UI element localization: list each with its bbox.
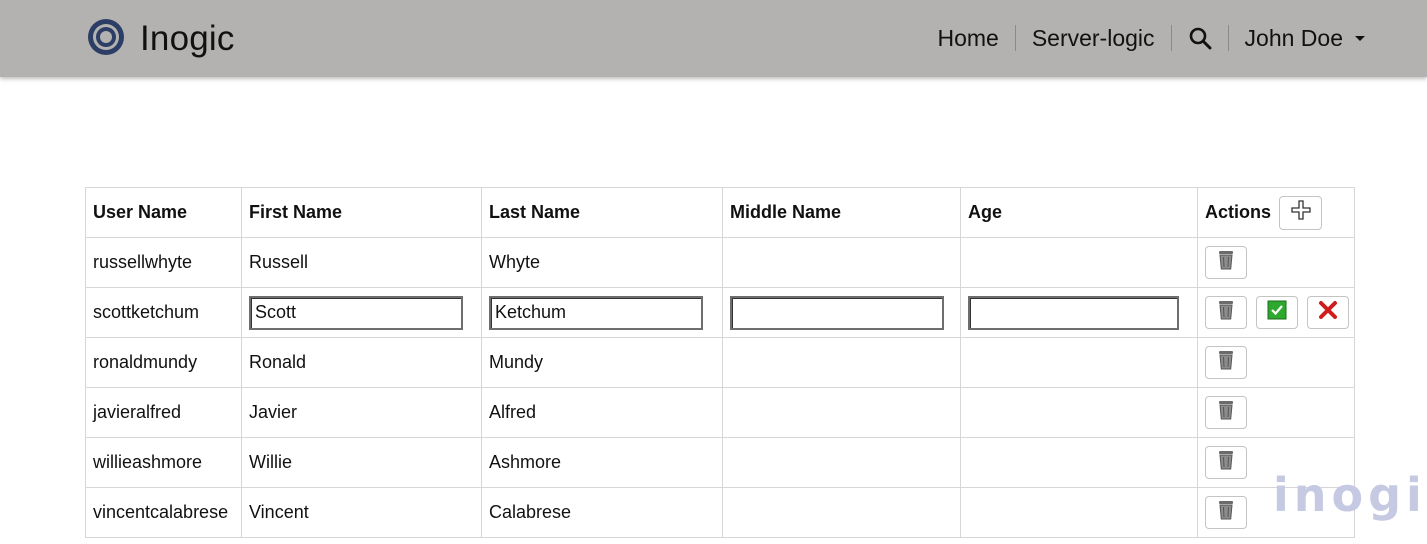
cell-age: [960, 237, 1198, 288]
trash-icon: [1217, 400, 1235, 425]
table-row: vincentcalabrese Vincent Calabrese: [85, 487, 1355, 538]
trash-icon: [1217, 350, 1235, 375]
table-row: ronaldmundy Ronald Mundy: [85, 337, 1355, 388]
cell-middle-name: [722, 487, 961, 538]
close-icon: [1318, 300, 1338, 325]
nav-home-link[interactable]: Home: [921, 25, 1014, 52]
cell-age: [960, 287, 1198, 338]
cell-first-name: Javier: [241, 387, 482, 438]
cell-actions: [1197, 237, 1355, 288]
cell-user-name: ronaldmundy: [85, 337, 242, 388]
cell-user-name: russellwhyte: [85, 237, 242, 288]
cell-middle-name: [722, 237, 961, 288]
delete-row-button[interactable]: [1205, 396, 1247, 429]
last-name-input[interactable]: [489, 295, 703, 330]
delete-row-button[interactable]: [1205, 446, 1247, 479]
cell-middle-name: [722, 337, 961, 388]
table-header-row: User Name First Name Last Name Middle Na…: [85, 187, 1355, 238]
cell-actions: [1197, 337, 1355, 388]
delete-row-button[interactable]: [1205, 246, 1247, 279]
brand[interactable]: Inogic: [86, 18, 235, 60]
trash-icon: [1217, 300, 1235, 325]
cell-first-name: Ronald: [241, 337, 482, 388]
plus-icon: [1290, 199, 1312, 226]
header-age: Age: [960, 187, 1198, 238]
cell-user-name: vincentcalabrese: [85, 487, 242, 538]
cell-first-name: Vincent: [241, 487, 482, 538]
delete-row-button[interactable]: [1205, 346, 1247, 379]
user-name: John Doe: [1244, 24, 1343, 51]
header-middle-name: Middle Name: [722, 187, 961, 238]
cell-age: [960, 487, 1198, 538]
trash-icon: [1217, 500, 1235, 525]
cell-user-name: javieralfred: [85, 387, 242, 438]
cell-last-name: [481, 287, 723, 338]
cell-first-name: Willie: [241, 437, 482, 488]
cell-last-name: Alfred: [481, 387, 723, 438]
cancel-edit-button[interactable]: [1307, 296, 1350, 329]
inogic-ring-logo-icon: [86, 17, 126, 62]
header-actions-label: Actions: [1205, 201, 1272, 222]
cell-first-name: Russell: [241, 237, 482, 288]
cell-actions: [1197, 387, 1355, 438]
cell-last-name: Mundy: [481, 337, 723, 388]
middle-name-input[interactable]: [730, 295, 944, 330]
cell-last-name: Whyte: [481, 237, 723, 288]
cell-age: [960, 437, 1198, 488]
cell-age: [960, 337, 1198, 388]
cell-last-name: Calabrese: [481, 487, 723, 538]
trash-icon: [1217, 450, 1235, 475]
header-first-name: First Name: [241, 187, 482, 238]
header-actions: Actions: [1197, 187, 1355, 238]
top-navbar: Inogic Home Server-logic John Doe: [0, 0, 1427, 77]
users-table: User Name First Name Last Name Middle Na…: [85, 187, 1355, 538]
add-row-button[interactable]: [1279, 195, 1323, 230]
cell-middle-name: [722, 287, 961, 338]
search-icon[interactable]: [1172, 26, 1228, 50]
cell-user-name: scottketchum: [85, 287, 242, 338]
nav-server-logic-link[interactable]: Server-logic: [1016, 25, 1171, 52]
table-row: javieralfred Javier Alfred: [85, 387, 1355, 438]
inogic-watermark: inogic: [1273, 468, 1427, 522]
cell-actions: [1197, 287, 1355, 338]
table-row: willieashmore Willie Ashmore: [85, 437, 1355, 488]
nav-menu: Home Server-logic John Doe: [921, 20, 1365, 56]
save-row-button[interactable]: [1256, 296, 1299, 329]
cell-age: [960, 387, 1198, 438]
delete-row-button[interactable]: [1205, 296, 1247, 329]
cell-user-name: willieashmore: [85, 437, 242, 488]
cell-last-name: Ashmore: [481, 437, 723, 488]
brand-name: Inogic: [140, 19, 235, 58]
delete-row-button[interactable]: [1205, 496, 1247, 529]
header-last-name: Last Name: [481, 187, 723, 238]
header-user-name: User Name: [85, 187, 242, 238]
cell-middle-name: [722, 387, 961, 438]
trash-icon: [1217, 250, 1235, 275]
caret-down-icon: [1355, 35, 1365, 41]
table-row-editing: scottketchum: [85, 287, 1355, 338]
check-icon: [1267, 300, 1287, 325]
first-name-input[interactable]: [249, 295, 463, 330]
cell-middle-name: [722, 437, 961, 488]
user-menu[interactable]: John Doe: [1229, 25, 1365, 52]
table-row: russellwhyte Russell Whyte: [85, 237, 1355, 288]
cell-first-name: [241, 287, 482, 338]
age-input[interactable]: [968, 295, 1179, 330]
